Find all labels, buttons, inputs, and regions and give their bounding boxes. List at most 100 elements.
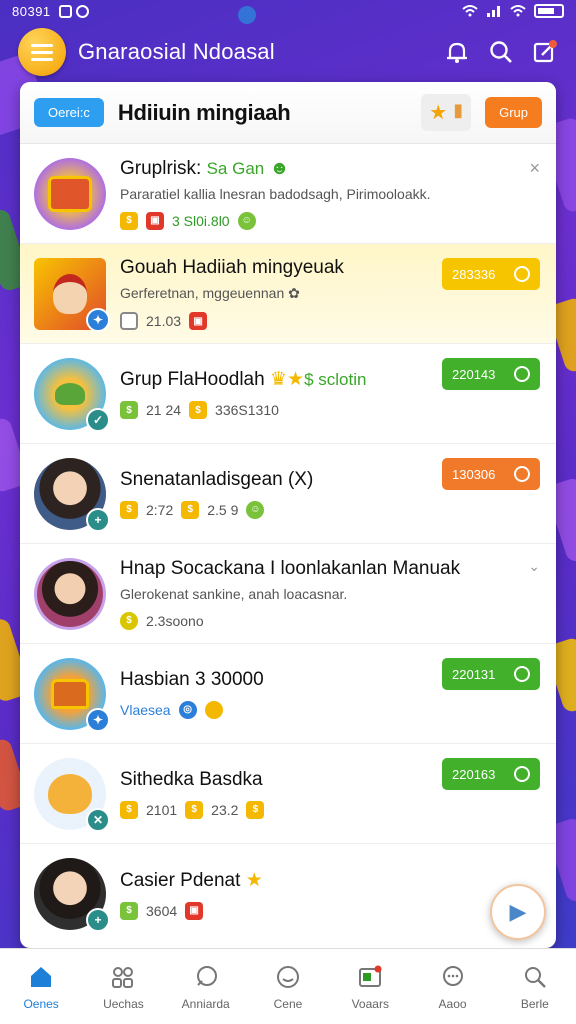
- notification-icon: [58, 4, 72, 18]
- smile-icon: ☺: [237, 211, 256, 230]
- nav-label: Oenes: [23, 996, 59, 1011]
- chevron-down-icon[interactable]: ⌄: [528, 558, 540, 575]
- cup-icon[interactable]: ▮: [453, 100, 463, 125]
- list-item-title: Hnap Socackana I loonlakanlan Manuak: [120, 557, 461, 579]
- chat-icon: [192, 963, 220, 991]
- nav-label: Voaars: [351, 996, 389, 1011]
- card-header: Oerei:c Hdiiuin mingiaah ★ ▮ Grup: [20, 82, 556, 144]
- group-list-card: Oerei:c Hdiiuin mingiaah ★ ▮ Grup Gruplr…: [20, 82, 556, 948]
- groups-icon: [109, 963, 137, 991]
- list-item-meta: $ 3604 ▣: [120, 901, 542, 920]
- nav-item-media[interactable]: Voaars: [334, 963, 406, 1011]
- group-button[interactable]: Grup: [485, 97, 542, 128]
- menu-icon-line: [31, 50, 53, 54]
- refresh-icon: [514, 666, 530, 682]
- coin-icon: $: [120, 901, 138, 920]
- avatar: [34, 157, 106, 230]
- search-icon: [521, 963, 549, 991]
- list-item[interactable]: + Snenatanladisgean (X) $ 2:72 $ 2.5 9 ☺…: [20, 444, 556, 544]
- nav-label: Anniarda: [181, 996, 230, 1011]
- nav-item-search[interactable]: Berle: [499, 963, 571, 1011]
- coin-icon: $: [120, 401, 138, 419]
- list-item-stat-secondary: 23.2: [211, 801, 239, 818]
- crown-icon: ♛★: [269, 369, 305, 390]
- gift-icon: ▣: [189, 312, 208, 330]
- list-item-meta: Vlaesea ◎: [120, 700, 542, 719]
- list-item-subtitle: Pararatiel kallia lnesran badodsagh, Pir…: [120, 185, 431, 202]
- pill-label: 283336: [452, 266, 496, 282]
- signal-icon: [487, 6, 500, 17]
- mascot-icon: [48, 773, 92, 814]
- list-item-subtitle-text: Gerferetnan, mggeuennan: [120, 285, 285, 301]
- battery-icon: [534, 4, 564, 18]
- nav-item-messages[interactable]: Aaoo: [417, 963, 489, 1011]
- join-pill-button[interactable]: 130306: [442, 458, 540, 490]
- list-item[interactable]: + Casier Pdenat ★ $ 3604 ▣: [20, 844, 556, 944]
- avatar-badge: ✕: [86, 807, 110, 832]
- star-icon: ★: [245, 869, 263, 891]
- star-icon[interactable]: ★: [429, 100, 447, 125]
- nav-label: Uechas: [103, 996, 144, 1011]
- home-icon: [27, 963, 55, 991]
- list-item-title: Grup FlaHoodlah: [120, 369, 265, 390]
- menu-icon-line: [31, 57, 53, 61]
- list-item[interactable]: ✓ Grup FlaHoodlah ♛★$ sclotin $ 21 24 $ …: [20, 344, 556, 444]
- list-item-info: Hnap Socackana I loonlakanlan Manuak Gle…: [120, 558, 542, 630]
- coin-icon: $: [120, 500, 138, 519]
- pill-label: 220163: [452, 766, 496, 782]
- gift-icon: ▣: [146, 211, 164, 230]
- close-icon[interactable]: ×: [529, 158, 540, 179]
- list-item-stat: 21.03: [146, 313, 182, 329]
- list-item[interactable]: ✦ Hasbian 3 30000 Vlaesea ◎ 220131: [20, 644, 556, 744]
- bird-icon: [55, 382, 85, 405]
- record-icon: [514, 466, 530, 482]
- list-item[interactable]: Hnap Socackana I loonlakanlan Manuak Gle…: [20, 544, 556, 644]
- menu-button[interactable]: [18, 28, 66, 76]
- media-icon: [356, 963, 384, 991]
- list-item-accent: $ sclotin: [304, 370, 367, 389]
- list-item-title: Gruplrisk:: [120, 157, 207, 179]
- nav-item-smile[interactable]: Cene: [252, 963, 324, 1011]
- search-icon[interactable]: [488, 39, 514, 65]
- wifi-icon: [510, 5, 526, 17]
- status-time: 80391: [12, 3, 51, 19]
- avatar-badge: ✦: [86, 307, 110, 332]
- list-item-stat: Vlaesea: [120, 701, 171, 718]
- nav-item-groups[interactable]: Uechas: [87, 963, 159, 1011]
- person-photo: [37, 560, 103, 627]
- header-icon-group: ★ ▮: [421, 94, 472, 131]
- wifi-icon: [462, 5, 478, 17]
- list-item-info: Gruplrisk: Sa Gan ☻ Pararatiel kallia ln…: [120, 158, 542, 230]
- list-item[interactable]: ✕ Sithedka Basdka $ 2101 $ 23.2 $ 220163: [20, 744, 556, 844]
- nav-label: Aaoo: [438, 996, 467, 1011]
- nav-item-home[interactable]: Oenes: [5, 963, 77, 1011]
- list-item-meta: $ 2.3soono: [120, 611, 542, 630]
- coin-icon: $: [120, 211, 138, 230]
- list-item[interactable]: ✦ Gouah Hadiiah mingyeuak Gerferetnan, m…: [20, 244, 556, 344]
- list-item[interactable]: Gruplrisk: Sa Gan ☻ Pararatiel kallia ln…: [20, 144, 556, 244]
- play-icon: ▶: [509, 899, 527, 924]
- pill-label: 220131: [452, 666, 496, 682]
- list-item-stat: 2:72: [146, 501, 174, 518]
- bell-icon[interactable]: [444, 39, 470, 65]
- play-fab-button[interactable]: ▶: [490, 884, 546, 940]
- join-pill-button[interactable]: 283336: [442, 258, 540, 290]
- join-pill-button[interactable]: 220163: [442, 758, 540, 790]
- join-pill-button[interactable]: 220143: [442, 358, 540, 390]
- message-icon: [439, 963, 467, 991]
- list-item-stat: 3 Sl0i.8l0: [172, 212, 230, 229]
- app-title: Gnaraosial Ndoasal: [78, 39, 275, 64]
- list-item-stat-secondary: 2.5 9: [207, 501, 239, 518]
- smile-icon: ☺: [246, 500, 265, 519]
- coin-icon: $: [246, 800, 265, 819]
- join-pill-button[interactable]: 220131: [442, 658, 540, 690]
- gift-box-icon: [48, 175, 92, 212]
- list-item-accent: Sa Gan: [206, 158, 265, 178]
- status-notification-icons: [58, 4, 89, 18]
- nav-item-chat[interactable]: Anniarda: [170, 963, 242, 1011]
- edit-icon[interactable]: [532, 39, 558, 65]
- pill-label: 220143: [452, 366, 496, 382]
- card-title: Hdiiuin mingiaah: [117, 99, 291, 125]
- header-left-button[interactable]: Oerei:c: [34, 98, 104, 127]
- avatar: [34, 557, 106, 630]
